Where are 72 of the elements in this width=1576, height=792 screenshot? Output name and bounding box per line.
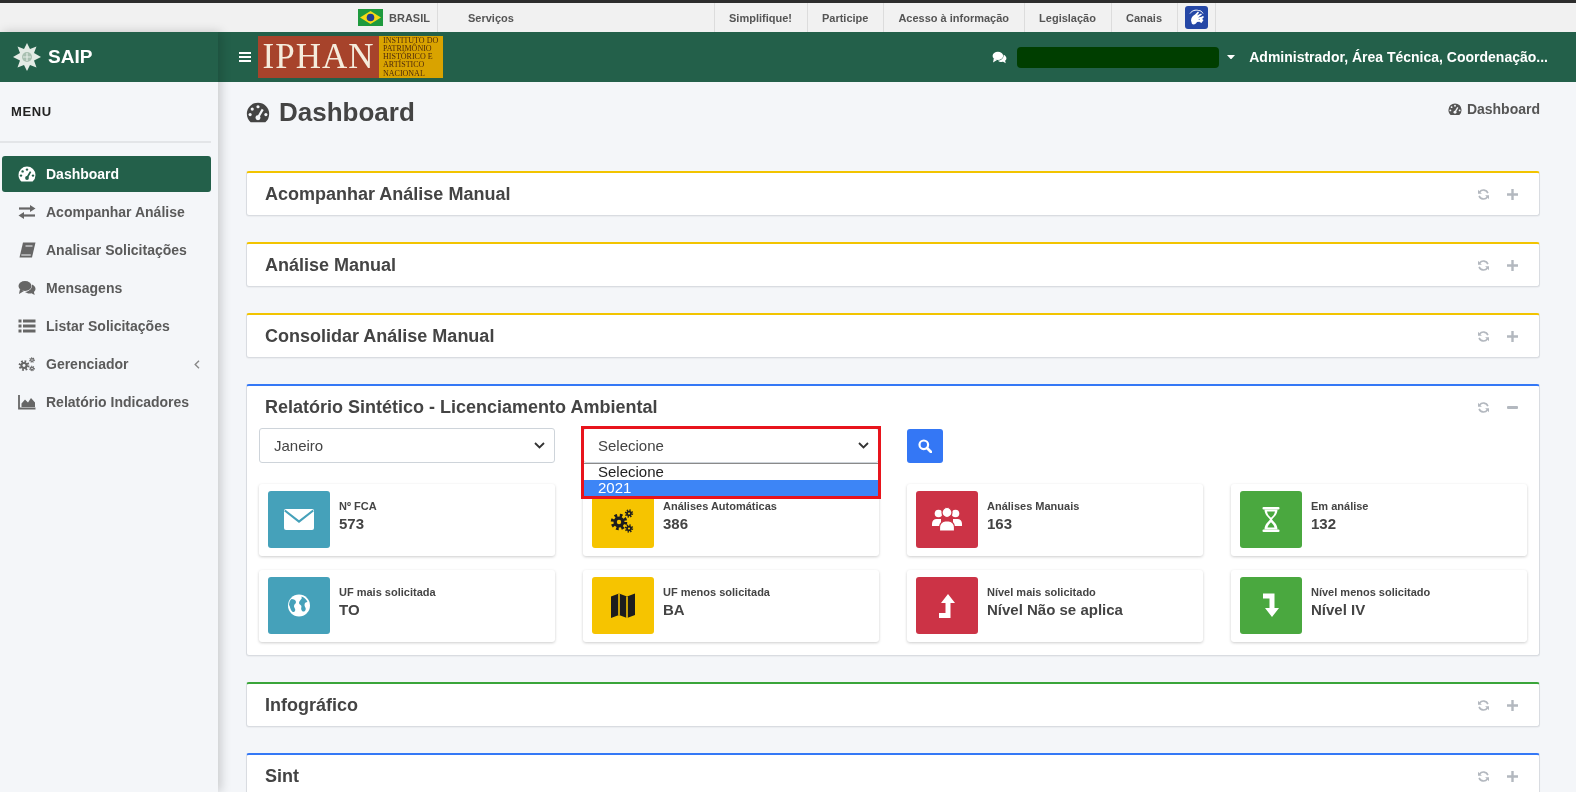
sidebar-item[interactable]: Mensagens — [2, 270, 211, 306]
app-name[interactable]: SAIP — [48, 46, 93, 68]
chevron-down-icon — [858, 442, 869, 449]
menu-heading: MENU — [10, 103, 53, 120]
stat-value: 573 — [339, 514, 366, 534]
panel-title: Análise Manual — [265, 254, 397, 276]
stat-label: Em análise — [1311, 499, 1369, 513]
swap-arrows-icon — [18, 204, 36, 220]
gauge-icon — [1447, 102, 1462, 116]
plus-icon[interactable] — [1507, 770, 1518, 782]
dropdown-option[interactable]: 2021 — [584, 480, 878, 496]
month-select[interactable]: Janeiro — [259, 428, 555, 463]
panel-title: Acompanhar Análise Manual — [265, 183, 511, 205]
plus-icon[interactable] — [1507, 699, 1518, 711]
gauge-icon — [18, 166, 36, 182]
stat-value: TO — [339, 600, 361, 620]
stat-value: Nível IV — [1311, 600, 1367, 620]
refresh-icon[interactable] — [1477, 698, 1490, 712]
page-title: Dashboard — [279, 97, 415, 127]
search-icon — [918, 439, 932, 453]
refresh-icon[interactable] — [1477, 400, 1490, 414]
stat-value: 132 — [1311, 514, 1338, 534]
hands-icon[interactable] — [1185, 6, 1208, 29]
stat-label: UF mais solicitada — [339, 585, 436, 599]
stat-value: 163 — [987, 514, 1014, 534]
stat-value: Nível Não se aplica — [987, 600, 1123, 620]
menu-icon[interactable] — [239, 52, 251, 62]
panel-title: Infográfico — [265, 694, 358, 716]
chevron-down-icon — [534, 442, 545, 449]
panel-title: Relatório Sintético - Licenciamento Ambiental — [265, 396, 658, 418]
search-button[interactable] — [907, 429, 943, 463]
stat-label: Análises Automáticas — [663, 499, 777, 513]
sidebar-item[interactable]: Listar Solicitações — [2, 308, 211, 344]
stat-label: Nº FCA — [339, 499, 377, 513]
area-chart-icon — [18, 394, 36, 410]
stat-label: Nível mais solicitado — [987, 585, 1097, 599]
refresh-icon[interactable] — [1477, 187, 1490, 201]
sidebar-item[interactable]: Relatório Indicadores — [2, 384, 211, 420]
emblem-icon — [12, 42, 42, 72]
panel-title: Sint — [265, 765, 299, 787]
sidebar-item[interactable]: Acompanhar Análise — [2, 194, 211, 230]
gauge-icon — [246, 101, 270, 123]
country-link[interactable]: BRASIL — [389, 11, 430, 24]
logo-tagline: INSTITUTO DO PATRIMÔNIO HISTÓRICO E ARTÍSTICO NACIONAL — [379, 36, 443, 78]
stat-label: UF menos solicitada — [663, 585, 770, 599]
sidebar-item[interactable]: Analisar Solicitações — [2, 232, 211, 268]
refresh-icon[interactable] — [1477, 329, 1490, 343]
stat-label: Nível menos solicitado — [1311, 585, 1431, 599]
stat-value: BA — [663, 600, 686, 620]
gears-icon — [18, 356, 36, 372]
year-select[interactable]: Selecione — [583, 428, 879, 463]
minus-icon[interactable] — [1507, 405, 1518, 409]
plus-icon[interactable] — [1507, 330, 1518, 342]
plus-icon[interactable] — [1507, 259, 1518, 271]
refresh-icon[interactable] — [1477, 769, 1490, 783]
dropdown-option[interactable]: Selecione — [584, 464, 878, 480]
logo-wordmark: IPHAN — [258, 36, 379, 78]
list-icon — [18, 318, 36, 334]
caret-icon[interactable] — [1227, 54, 1236, 60]
book-icon — [18, 242, 36, 258]
chat-icon — [18, 280, 36, 296]
sidebar-item[interactable]: Gerenciador — [2, 346, 211, 382]
sidebar-item[interactable]: Dashboard — [2, 156, 211, 192]
breadcrumb-link[interactable]: Dashboard — [1447, 100, 1540, 118]
panel-title: Consolidar Análise Manual — [265, 325, 495, 347]
stat-value: 386 — [663, 514, 690, 534]
refresh-icon[interactable] — [1477, 258, 1490, 272]
stat-label: Análises Manuais — [987, 499, 1080, 513]
chat-icon[interactable] — [992, 50, 1008, 64]
flag-icon — [358, 9, 383, 26]
user-menu[interactable]: Administrador, Área Técnica, Coordenação... — [1249, 49, 1548, 65]
plus-icon[interactable] — [1507, 188, 1518, 200]
